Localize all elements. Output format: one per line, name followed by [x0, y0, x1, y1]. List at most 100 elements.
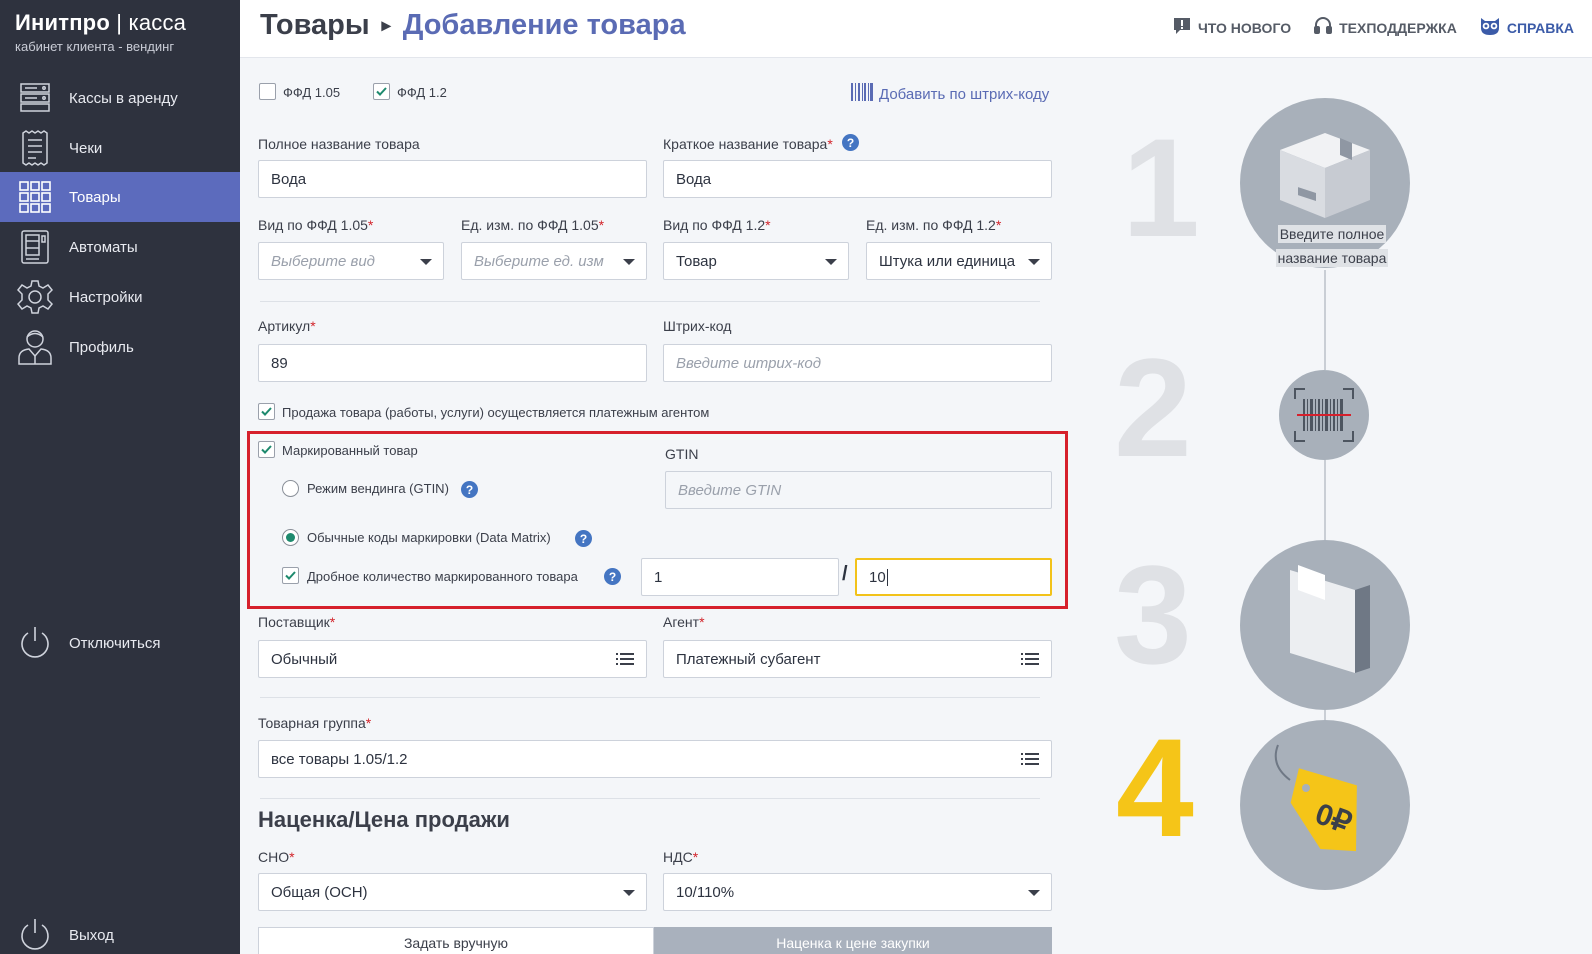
supplier-select[interactable]: Обычный	[258, 640, 647, 678]
barcode-placeholder: Введите штрих-код	[676, 354, 821, 372]
check-icon	[261, 445, 272, 454]
agent-label: Агент*	[663, 614, 705, 630]
fraction-numerator-input[interactable]: 1	[641, 558, 839, 596]
support-label: ТЕХПОДДЕРЖКА	[1339, 19, 1457, 36]
list-icon[interactable]	[1021, 653, 1039, 666]
required-mark: *	[827, 136, 833, 152]
help-icon[interactable]: ?	[575, 530, 592, 547]
add-by-barcode-link[interactable]: Добавить по штрих-коду	[851, 83, 1049, 106]
supplier-label-text: Поставщик	[258, 614, 330, 630]
unit105-label-text: Ед. изм. по ФФД 1.05	[461, 217, 599, 233]
kind105-select[interactable]: Выберите вид	[258, 242, 444, 280]
gear-icon	[15, 277, 55, 317]
brand-suffix: касса	[128, 10, 187, 35]
datamatrix-mode-radio[interactable]	[282, 529, 299, 546]
step-number-1: 1	[1122, 109, 1200, 266]
text-cursor	[886, 568, 888, 586]
sidebar-item-machines[interactable]: Автоматы	[0, 222, 240, 272]
help-label: СПРАВКА	[1506, 19, 1574, 36]
nds-label: НДС*	[663, 849, 698, 865]
caret-down-icon	[420, 259, 432, 265]
sno-label: СНО*	[258, 849, 295, 865]
help-link[interactable]: СПРАВКА	[1479, 16, 1574, 39]
sidebar-item-products[interactable]: Товары	[0, 172, 240, 222]
step-number-4: 4	[1116, 709, 1194, 866]
sidebar-item-receipts[interactable]: Чеки	[0, 123, 240, 173]
unit12-label: Ед. изм. по ФФД 1.2*	[866, 217, 1001, 233]
user-icon	[15, 327, 55, 367]
disconnect-button[interactable]: Отключиться	[0, 618, 240, 668]
short-name-input[interactable]: Вода	[663, 160, 1052, 198]
supplier-value: Обычный	[271, 650, 338, 668]
kind12-label: Вид по ФФД 1.2*	[663, 217, 771, 233]
logout-button[interactable]: Выход	[0, 910, 240, 954]
owl-icon	[1479, 16, 1501, 39]
help-icon[interactable]: ?	[461, 481, 478, 498]
fraction-checkbox[interactable]	[282, 567, 299, 584]
fraction-denominator-input[interactable]: 10	[855, 558, 1052, 596]
short-name-label-text: Краткое название товара	[663, 136, 828, 152]
list-icon[interactable]	[1021, 753, 1039, 766]
ffd12-checkbox[interactable]	[373, 83, 390, 100]
support-link[interactable]: ТЕХПОДДЕРЖКА	[1313, 16, 1457, 39]
sidebar-item-label: Чеки	[69, 139, 103, 157]
unit105-select[interactable]: Выберите ед. изм	[461, 242, 647, 280]
sidebar-item-settings[interactable]: Настройки	[0, 272, 240, 322]
unit105-label: Ед. изм. по ФФД 1.05*	[461, 217, 604, 233]
headset-icon	[1313, 16, 1333, 39]
required-mark: *	[765, 217, 771, 233]
agent-select[interactable]: Платежный субагент	[663, 640, 1052, 678]
unit12-value: Штука или единица	[879, 252, 1016, 270]
nds-select[interactable]: 10/110%	[663, 873, 1052, 911]
markup-price-button[interactable]: Наценка к цене закупки	[654, 927, 1052, 954]
barcode-icon	[851, 83, 873, 106]
article-input[interactable]: 89	[258, 344, 647, 382]
barcode-input[interactable]: Введите штрих-код	[663, 344, 1052, 382]
full-name-input[interactable]: Вода	[258, 160, 647, 198]
kind105-placeholder: Выберите вид	[271, 252, 375, 270]
sidebar: Инитпро | касса кабинет клиента - вендин…	[0, 0, 240, 954]
step-circle-3	[1240, 540, 1410, 710]
kind12-select[interactable]: Товар	[663, 242, 849, 280]
chevron-right-icon: ▸	[381, 15, 391, 35]
help-icon[interactable]: ?	[604, 568, 621, 585]
required-mark: *	[365, 715, 372, 731]
marked-checkbox[interactable]	[258, 441, 275, 458]
article-value: 89	[271, 354, 288, 372]
sno-select[interactable]: Общая (ОСН)	[258, 873, 647, 911]
page-title: Добавление товара	[402, 9, 686, 41]
breadcrumb-parent[interactable]: Товары	[260, 9, 370, 42]
step-connector	[1324, 270, 1326, 370]
group-value: все товары 1.05/1.2	[271, 750, 408, 768]
gtin-placeholder: Введите GTIN	[678, 481, 782, 499]
datamatrix-mode-label: Обычные коды маркировки (Data Matrix)	[307, 530, 551, 545]
step-hint: Введите полное название товара	[1262, 222, 1402, 270]
gtin-input[interactable]: Введите GTIN	[665, 471, 1052, 509]
vending-mode-radio[interactable]	[282, 480, 299, 497]
sidebar-item-label: Кассы в аренду	[69, 89, 178, 107]
full-name-label: Полное название товара	[258, 136, 420, 152]
fraction-separator: /	[842, 563, 848, 585]
price-tag-icon: 0₽	[1274, 744, 1357, 852]
check-icon	[261, 407, 272, 416]
agent-sale-checkbox[interactable]	[258, 403, 275, 420]
article-label-text: Артикул	[258, 318, 311, 334]
help-icon[interactable]: ?	[842, 134, 859, 151]
manual-price-button[interactable]: Задать вручную	[258, 927, 654, 954]
sidebar-item-label: Профиль	[69, 338, 134, 356]
step-hint-line2: название товара	[1275, 249, 1389, 267]
unit12-select[interactable]: Штука или единица	[866, 242, 1052, 280]
group-select[interactable]: все товары 1.05/1.2	[258, 740, 1052, 778]
article-label: Артикул*	[258, 318, 316, 334]
whats-new-link[interactable]: ЧТО НОВОГО	[1172, 16, 1291, 39]
agent-label-text: Агент	[663, 614, 700, 630]
brand: Инитпро | касса кабинет клиента - вендин…	[15, 10, 186, 54]
full-name-value: Вода	[271, 170, 307, 188]
ffd105-checkbox[interactable]	[259, 83, 276, 100]
sidebar-item-profile[interactable]: Профиль	[0, 322, 240, 372]
agent-sale-label: Продажа товара (работы, услуги) осуществ…	[282, 405, 710, 420]
list-icon[interactable]	[616, 653, 634, 666]
grid-icon	[15, 177, 55, 217]
group-label-text: Товарная группа	[258, 715, 366, 731]
sidebar-item-rent[interactable]: Кассы в аренду	[0, 73, 240, 123]
